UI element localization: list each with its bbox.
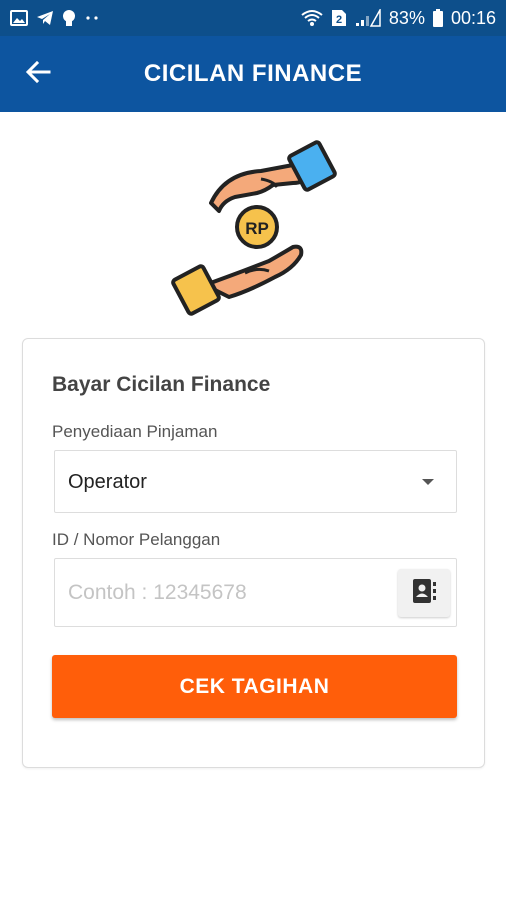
payment-form-card: Bayar Cicilan Finance Penyediaan Pinjama…: [22, 338, 485, 768]
app-bar: CICILAN FINANCE: [0, 36, 506, 112]
form-title: Bayar Cicilan Finance: [52, 373, 271, 396]
customer-id-input[interactable]: [55, 559, 385, 626]
customer-id-field: [54, 558, 457, 627]
customer-id-label: ID / Nomor Pelanggan: [52, 530, 221, 549]
clock: 00:16: [450, 7, 496, 28]
status-bar-left: [10, 9, 100, 27]
sim-slot-number: 2: [336, 14, 342, 26]
wifi-icon: [301, 9, 323, 27]
sim-icon: 2: [331, 9, 347, 27]
provider-selected-value: Operator: [68, 471, 147, 493]
battery-percent: 83%: [388, 7, 425, 28]
dropdown-caret-icon: [422, 479, 434, 485]
bulb-icon: [62, 9, 76, 27]
check-bill-button[interactable]: CEK TAGIHAN: [52, 655, 457, 718]
contact-picker-button[interactable]: [398, 569, 450, 617]
payment-hands-illustration: RP: [165, 135, 345, 320]
status-bar: 2 83% 00:16: [0, 0, 506, 36]
telegram-icon: [36, 10, 54, 26]
coin-label: RP: [245, 219, 269, 238]
contact-book-icon: [411, 578, 437, 609]
page-title: CICILAN FINANCE: [143, 60, 363, 87]
provider-label: Penyediaan Pinjaman: [52, 422, 218, 441]
battery-icon: [432, 9, 443, 27]
more-dots-icon: [84, 15, 100, 21]
status-bar-right: 2 83% 00:16: [301, 8, 496, 29]
image-icon: [10, 10, 28, 26]
provider-select[interactable]: Operator: [54, 450, 457, 513]
signal-icon: [355, 9, 381, 27]
